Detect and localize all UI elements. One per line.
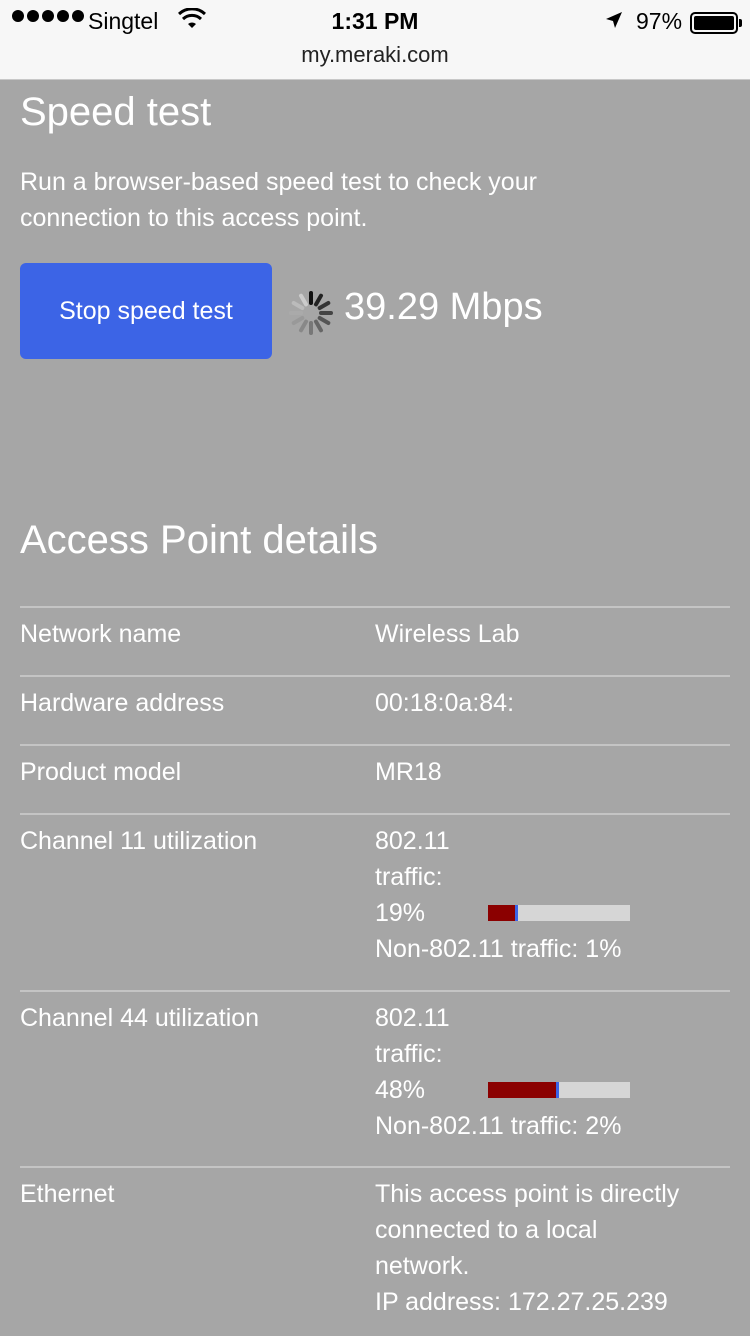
table-row: Product model MR18 [20,744,730,813]
row-value: 802.11 traffic: 48% Non-802.11 traffic: … [375,1000,730,1144]
speed-test-title: Speed test [20,90,212,134]
ap-details-table: Network name Wireless Lab Hardware addre… [20,606,730,1336]
traffic-label-line2: traffic: [375,1040,443,1068]
table-row: Channel 44 utilization 802.11 traffic: 4… [20,990,730,1166]
row-value: This access point is directly connected … [375,1176,730,1320]
row-label: Hardware address [20,689,225,717]
row-label: Channel 11 utilization [20,827,258,855]
row-label: Channel 44 utilization [20,1004,260,1032]
stop-speed-test-button[interactable]: Stop speed test [20,263,272,359]
ethernet-line1: This access point is directly [375,1180,680,1208]
battery-icon [690,12,742,34]
ethernet-line2: connected to a local [375,1216,598,1244]
status-bar: Singtel 1:31 PM 97% my.meraki.com [0,0,750,80]
utilization-line: 48% [375,1072,730,1108]
location-arrow-icon [604,10,624,36]
ethernet-line3: network. [375,1252,470,1280]
row-value: 00:18:0a:84: [375,689,515,717]
ip-address: IP address: 172.27.25.239 [375,1288,668,1316]
table-row: Network name Wireless Lab [20,606,730,675]
row-label: Product model [20,758,182,786]
loading-spinner-icon [288,290,334,336]
traffic-label-line1: 802.11 [375,827,450,855]
row-value: MR18 [375,758,442,786]
row-label: Network name [20,620,182,648]
table-row: Channel 11 utilization 802.11 traffic: 1… [20,813,730,990]
utilization-bar [488,1082,630,1098]
traffic-label-line1: 802.11 [375,1004,450,1032]
row-label: Ethernet [20,1180,115,1208]
speed-test-description: Run a browser-based speed test to check … [20,168,537,232]
non-80211-marker [515,905,518,921]
table-row: Ethernet This access point is directly c… [20,1166,730,1336]
traffic-label-line2: traffic: [375,863,443,891]
utilization-percent: 48% [375,1076,426,1104]
non-80211-traffic: Non-802.11 traffic: 1% [375,935,622,963]
ap-details-title: Access Point details [20,518,378,562]
utilization-bar [488,905,630,921]
battery-percent: 97% [636,8,683,34]
row-value: Wireless Lab [375,620,520,648]
url-bar[interactable]: my.meraki.com [0,42,750,68]
utilization-line: 19% [375,895,730,931]
utilization-bar-fill [488,1082,556,1098]
utilization-percent: 19% [375,899,426,927]
utilization-bar-fill [488,905,515,921]
non-80211-traffic: Non-802.11 traffic: 2% [375,1112,622,1140]
table-row: Hardware address 00:18:0a:84: [20,675,730,744]
speed-result: 39.29 Mbps [344,286,543,328]
row-value: 802.11 traffic: 19% Non-802.11 traffic: … [375,823,730,967]
non-80211-marker [556,1082,559,1098]
